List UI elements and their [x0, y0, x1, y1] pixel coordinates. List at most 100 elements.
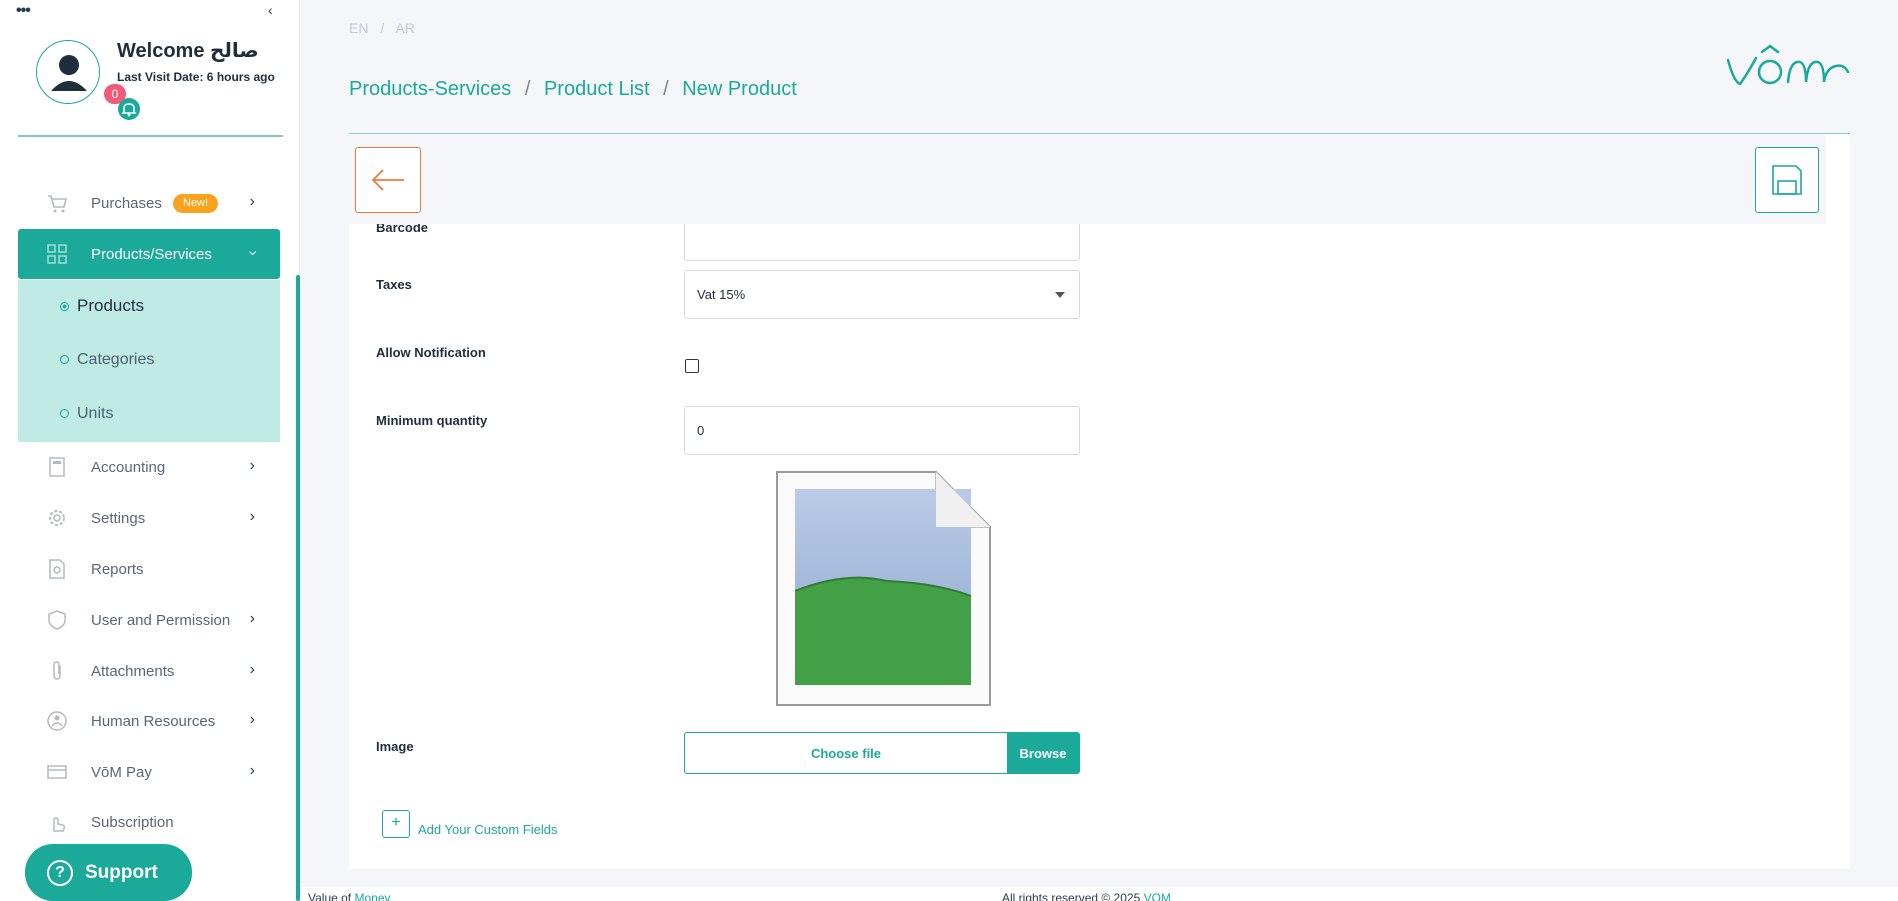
sidebar-item-label: VōM Pay	[91, 763, 152, 781]
breadcrumb-separator: /	[663, 78, 669, 100]
taxes-selected-value: Vat 15%	[697, 287, 746, 302]
breadcrumb-products-services[interactable]: Products-Services	[349, 78, 511, 100]
radio-dot-icon	[60, 302, 69, 311]
footer-left: Value of Money	[308, 891, 391, 901]
sidebar-item-label: Purchases	[91, 194, 162, 212]
lang-ar-link[interactable]: AR	[395, 20, 414, 36]
footer: Value of Money All rights reserved © 202…	[300, 887, 1898, 901]
sidebar-item-vom-pay[interactable]: VōM Pay ›	[18, 747, 280, 797]
min-qty-input[interactable]: 0	[684, 406, 1080, 455]
breadcrumb-new-product: New Product	[682, 78, 797, 100]
collapse-sidebar-icon[interactable]: ‹	[268, 2, 273, 18]
sidebar-item-human-resources[interactable]: Human Resources ›	[18, 696, 280, 746]
form-card	[349, 134, 1850, 869]
submenu-item-label: Products	[77, 296, 145, 315]
submenu-item-units[interactable]: Units	[60, 405, 113, 423]
support-label: Support	[85, 861, 158, 883]
question-icon: ?	[47, 860, 73, 886]
save-button[interactable]	[1755, 147, 1819, 213]
footer-copyright-text: All rights reserved © 2025	[1002, 891, 1141, 901]
submenu-item-products[interactable]: Products	[60, 296, 144, 316]
taxes-label: Taxes	[376, 277, 412, 292]
min-qty-label: Minimum quantity	[376, 413, 488, 428]
sidebar: ••• ‹ 0 Welcome صالح Last Visit Date: 6 …	[0, 0, 300, 901]
products-submenu: Products Categories Units	[18, 280, 280, 442]
allow-notification-checkbox[interactable]	[685, 359, 699, 373]
calculator-icon	[49, 457, 65, 477]
sidebar-item-label: Accounting	[91, 458, 166, 476]
cart-icon	[48, 195, 68, 213]
sidebar-item-label: Settings	[91, 509, 146, 527]
breadcrumb-separator: /	[524, 78, 531, 100]
sidebar-item-accounting[interactable]: Accounting ›	[18, 442, 280, 492]
sidebar-scrollbar[interactable]	[296, 275, 300, 901]
grid-icon	[47, 244, 67, 264]
sidebar-item-label: Human Resources	[91, 712, 216, 730]
back-button[interactable]	[355, 147, 421, 213]
chevron-right-icon: ›	[249, 457, 255, 474]
submenu-item-categories[interactable]: Categories	[60, 351, 154, 369]
allow-notification-label: Allow Notification	[376, 345, 486, 360]
hand-icon	[53, 817, 66, 832]
new-badge: New!	[173, 194, 219, 213]
pay-icon	[47, 765, 67, 779]
chevron-right-icon: ›	[249, 711, 255, 728]
breadcrumb: Products-Services / Product List / New P…	[349, 78, 797, 101]
browse-button[interactable]: Browse	[1007, 733, 1079, 773]
sidebar-item-reports[interactable]: Reports	[18, 544, 280, 594]
sidebar-item-settings[interactable]: Settings ›	[18, 493, 280, 543]
shield-icon	[48, 610, 66, 630]
welcome-text: Welcome صالح	[117, 40, 259, 62]
image-file-input[interactable]: Choose file Browse	[684, 732, 1080, 774]
sidebar-item-label: Subscription	[91, 813, 174, 831]
footer-vom-link[interactable]: VOM	[1144, 891, 1171, 901]
support-button[interactable]: ? Support	[25, 844, 192, 901]
footer-right: All rights reserved © 2025 VOM	[1002, 891, 1171, 901]
people-icon	[47, 711, 67, 731]
sidebar-item-purchases[interactable]: Purchases New! ›	[18, 178, 280, 228]
submenu-item-label: Units	[77, 405, 114, 422]
lang-en-link[interactable]: EN	[349, 20, 368, 36]
chevron-right-icon: ›	[249, 193, 255, 210]
radio-dot-icon	[60, 409, 69, 418]
radio-dot-icon	[60, 355, 69, 364]
language-switcher: EN / AR	[349, 20, 415, 36]
arrow-left-icon	[371, 169, 404, 191]
sidebar-item-label: Attachments	[91, 662, 175, 680]
bell-icon[interactable]	[118, 98, 140, 120]
menu-dots-icon[interactable]: •••	[16, 2, 31, 20]
dropdown-caret-icon	[1055, 292, 1065, 298]
sidebar-item-products-services[interactable]: Products/Services ›	[18, 229, 280, 279]
form-toolbar	[349, 135, 1826, 224]
chevron-right-icon: ›	[249, 762, 255, 779]
sidebar-item-label: Products/Services	[91, 245, 212, 263]
sidebar-item-label: Reports	[91, 560, 144, 578]
gear-icon	[49, 510, 65, 526]
add-custom-fields-plus-icon[interactable]: +	[382, 810, 410, 838]
choose-file-text[interactable]: Choose file	[685, 733, 1007, 773]
sidebar-item-subscription[interactable]: Subscription	[18, 797, 280, 847]
chevron-right-icon: ›	[249, 661, 255, 678]
save-disk-icon	[1772, 165, 1802, 195]
chevron-right-icon: ›	[249, 610, 255, 627]
vom-logo-icon	[1726, 44, 1850, 86]
lang-separator: /	[380, 20, 385, 36]
add-custom-fields-link[interactable]: Add Your Custom Fields	[418, 822, 557, 837]
sidebar-item-user-permission[interactable]: User and Permission ›	[18, 595, 280, 645]
user-silhouette-icon	[51, 55, 87, 91]
footer-money-link[interactable]: Money	[355, 891, 391, 901]
taxes-select[interactable]: Vat 15%	[684, 270, 1080, 319]
avatar[interactable]	[36, 40, 100, 104]
sidebar-item-label: User and Permission	[91, 611, 231, 629]
footer-left-text: Value of	[308, 891, 352, 901]
image-placeholder-icon	[776, 471, 991, 706]
image-label: Image	[376, 739, 414, 754]
report-icon	[49, 559, 65, 579]
submenu-item-label: Categories	[77, 351, 155, 368]
breadcrumb-product-list[interactable]: Product List	[544, 78, 650, 100]
sidebar-item-attachments[interactable]: Attachments ›	[18, 646, 280, 696]
last-visit-text: Last Visit Date: 6 hours ago	[117, 70, 275, 84]
chevron-right-icon: ›	[249, 508, 255, 525]
sidebar-divider	[18, 135, 283, 137]
paperclip-icon	[53, 661, 61, 680]
